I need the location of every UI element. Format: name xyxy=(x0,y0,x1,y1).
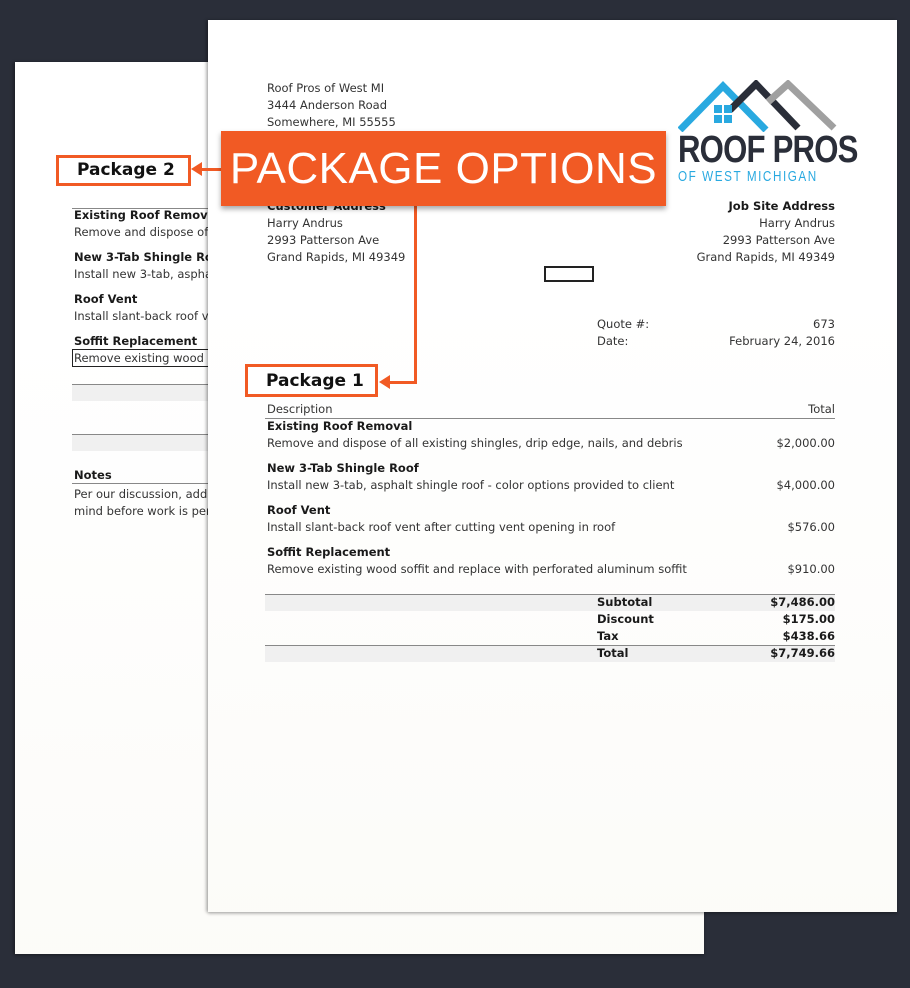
total-label: Total xyxy=(597,646,629,660)
job-site-city: Grand Rapids, MI 49349 xyxy=(696,250,835,264)
quote-date: February 24, 2016 xyxy=(729,334,835,348)
item-total: $910.00 xyxy=(787,562,835,576)
notes-heading: Notes xyxy=(74,468,112,482)
col-total-header: Total xyxy=(808,402,835,416)
connector-line xyxy=(414,205,417,384)
item-desc: Remove existing wood soffit and replace … xyxy=(267,562,687,576)
selected-cell[interactable] xyxy=(544,266,594,282)
item-title: New 3-Tab Shingle Roof xyxy=(267,461,419,475)
connector-line xyxy=(202,168,222,171)
package-2-label: Package 2 xyxy=(56,155,191,186)
quote-number-label: Quote #: xyxy=(597,317,650,331)
customer-city: Grand Rapids, MI 49349 xyxy=(267,250,406,264)
arrow-left-icon xyxy=(191,162,202,176)
company-city: Somewhere, MI 55555 xyxy=(267,115,396,129)
job-site-name: Harry Andrus xyxy=(759,216,835,230)
item-title: Soffit Replacement xyxy=(74,334,198,348)
date-label: Date: xyxy=(597,334,629,348)
subtotal-label: Subtotal xyxy=(597,595,653,609)
connector-line xyxy=(390,381,417,384)
item-desc: Remove and dispose of all xyxy=(74,225,226,239)
item-title: Roof Vent xyxy=(267,503,331,517)
col-description-header: Description xyxy=(267,402,333,416)
arrow-left-icon xyxy=(379,375,390,389)
item-title: Soffit Replacement xyxy=(267,545,391,559)
tax-label: Tax xyxy=(597,629,619,643)
item-total: $576.00 xyxy=(787,520,835,534)
tax-value: $438.66 xyxy=(782,629,835,643)
roof-icon xyxy=(678,80,837,132)
company-name: Roof Pros of West MI xyxy=(267,81,385,95)
company-logo: ROOF PROS OF WEST MICHIGAN xyxy=(678,80,858,190)
company-street: 3444 Anderson Road xyxy=(267,98,388,112)
customer-name: Harry Andrus xyxy=(267,216,343,230)
item-title: Existing Roof Removal xyxy=(267,419,413,433)
total-value: $7,749.66 xyxy=(770,646,835,660)
item-title: New 3-Tab Shingle Roof xyxy=(74,250,226,264)
notes-text: Per our discussion, additio xyxy=(74,487,226,501)
quote-number: 673 xyxy=(813,317,835,331)
item-title: Existing Roof Removal xyxy=(74,208,220,222)
package-options-banner: PACKAGE OPTIONS xyxy=(221,131,666,206)
logo-text: ROOF PROS xyxy=(678,129,858,171)
logo-subtext: OF WEST MICHIGAN xyxy=(678,168,818,185)
discount-label: Discount xyxy=(597,612,654,626)
package-1-label: Package 1 xyxy=(245,364,378,397)
notes-text: mind before work is perfo xyxy=(74,504,222,518)
item-desc: Install new 3-tab, asphalt shingle roof … xyxy=(267,478,675,492)
item-desc: Remove and dispose of all existing shing… xyxy=(267,436,683,450)
discount-value: $175.00 xyxy=(782,612,835,626)
item-title: Roof Vent xyxy=(74,292,138,306)
subtotal-value: $7,486.00 xyxy=(770,595,835,609)
customer-street: 2993 Patterson Ave xyxy=(267,233,380,247)
item-desc: Install slant-back roof vent after cutti… xyxy=(267,520,616,534)
item-desc: Install slant-back roof vent xyxy=(74,309,228,323)
job-site-street: 2993 Patterson Ave xyxy=(722,233,835,247)
item-total: $2,000.00 xyxy=(776,436,835,450)
item-desc: Remove existing wood sof xyxy=(74,351,225,365)
item-total: $4,000.00 xyxy=(776,478,835,492)
item-desc: Install new 3-tab, asphalt s xyxy=(74,267,230,281)
job-site-heading: Job Site Address xyxy=(728,199,835,213)
